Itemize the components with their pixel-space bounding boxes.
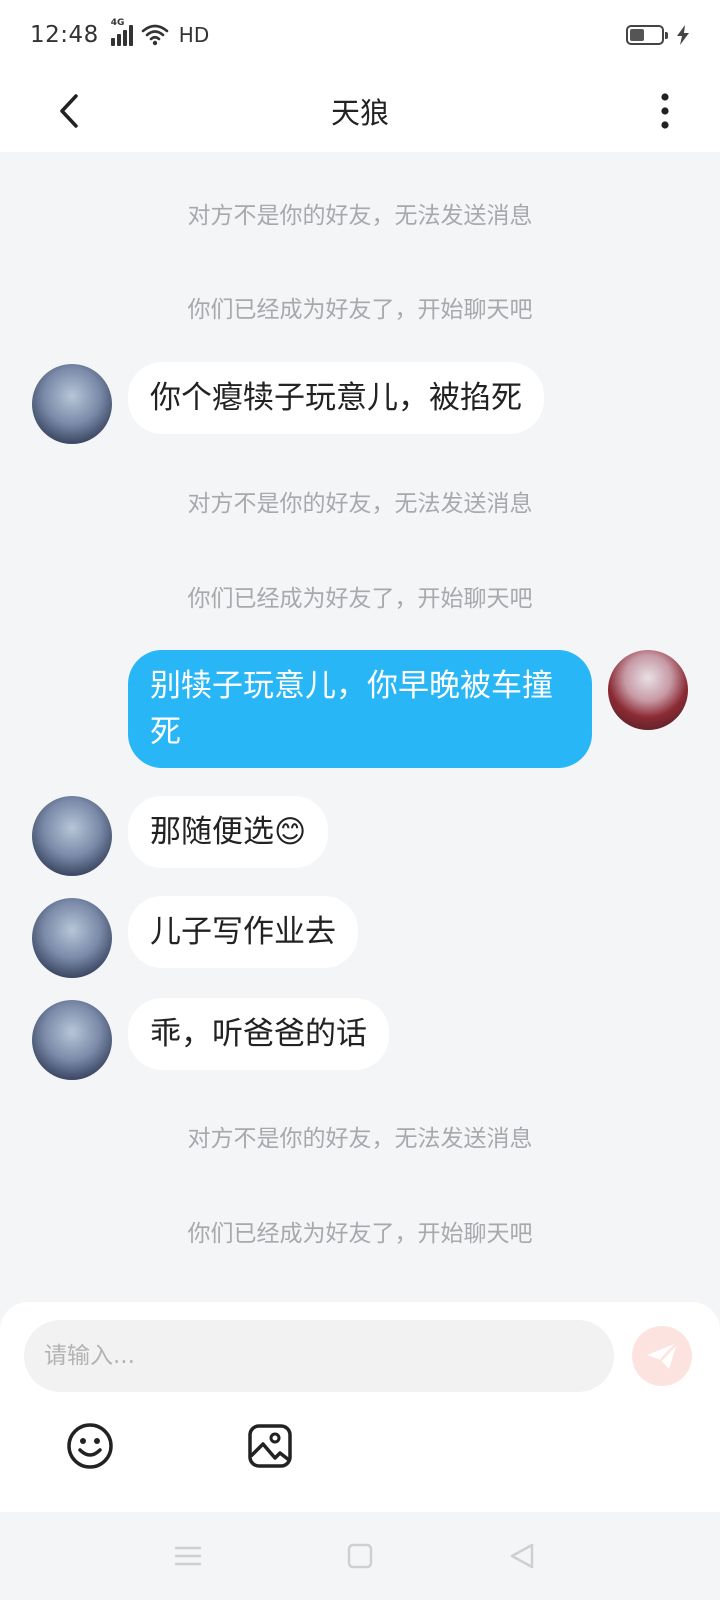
contact-avatar[interactable] [32, 796, 112, 876]
received-message-bubble[interactable]: 乖，听爸爸的话 [128, 998, 389, 1070]
sent-message-bubble[interactable]: 别犊子玩意儿，你早晚被车撞死 [128, 650, 592, 768]
send-button[interactable] [632, 1326, 692, 1386]
chat-title: 天狼 [330, 96, 389, 130]
home-icon [347, 1543, 373, 1569]
send-icon [647, 1342, 678, 1369]
image-button[interactable] [244, 1420, 296, 1472]
contact-avatar[interactable] [32, 1000, 112, 1080]
image-icon [248, 1424, 292, 1468]
home-button[interactable] [342, 1540, 378, 1572]
message-input[interactable] [24, 1320, 614, 1392]
more-vertical-icon [661, 93, 669, 129]
network-type: 4G [110, 18, 125, 28]
system-nav-bar [0, 1512, 720, 1600]
system-message: 对方不是你的好友，无法发送消息 [187, 203, 533, 229]
received-message-bubble[interactable]: 你个瘪犊子玩意儿，被掐死 [128, 362, 544, 434]
chat-header: 天狼 [0, 70, 720, 152]
system-message: 你们已经成为好友了，开始聊天吧 [187, 586, 533, 612]
emoji-button[interactable] [64, 1420, 116, 1472]
more-options-button[interactable] [640, 84, 690, 138]
message-list[interactable]: 对方不是你的好友，无法发送消息 你们已经成为好友了，开始聊天吧 你个瘪犊子玩意儿… [0, 152, 720, 1302]
status-time: 12:48 [30, 22, 99, 48]
contact-avatar[interactable] [32, 898, 112, 978]
system-message: 对方不是你的好友，无法发送消息 [187, 1126, 533, 1152]
back-icon [510, 1543, 534, 1569]
hd-indicator: HD [178, 23, 210, 47]
user-avatar[interactable] [608, 650, 688, 730]
signal-icon: 4G [110, 18, 133, 46]
battery-icon [626, 25, 668, 45]
system-message: 对方不是你的好友，无法发送消息 [187, 491, 533, 517]
contact-avatar[interactable] [32, 364, 112, 444]
menu-icon [174, 1546, 202, 1566]
back-nav-button[interactable] [504, 1540, 540, 1572]
wifi-icon [141, 24, 169, 46]
chat-screen: 12:48 4G HD 天狼 对方不是你的好友，无法发送消息 你们已经成为好友了… [0, 0, 720, 1600]
system-message: 你们已经成为好友了，开始聊天吧 [187, 297, 533, 323]
status-bar: 12:48 4G HD [0, 0, 720, 70]
received-message-bubble[interactable]: 那随便选😊 [128, 796, 329, 868]
charging-icon [677, 25, 689, 45]
status-left: 12:48 4G HD [30, 18, 210, 48]
back-button[interactable] [44, 84, 94, 138]
input-area [0, 1302, 720, 1512]
emoji-icon [67, 1423, 113, 1469]
chevron-left-icon [60, 94, 78, 128]
recent-apps-button[interactable] [170, 1540, 206, 1572]
system-message: 你们已经成为好友了，开始聊天吧 [187, 1221, 533, 1247]
received-message-bubble[interactable]: 儿子写作业去 [128, 896, 358, 968]
status-right [626, 25, 690, 45]
